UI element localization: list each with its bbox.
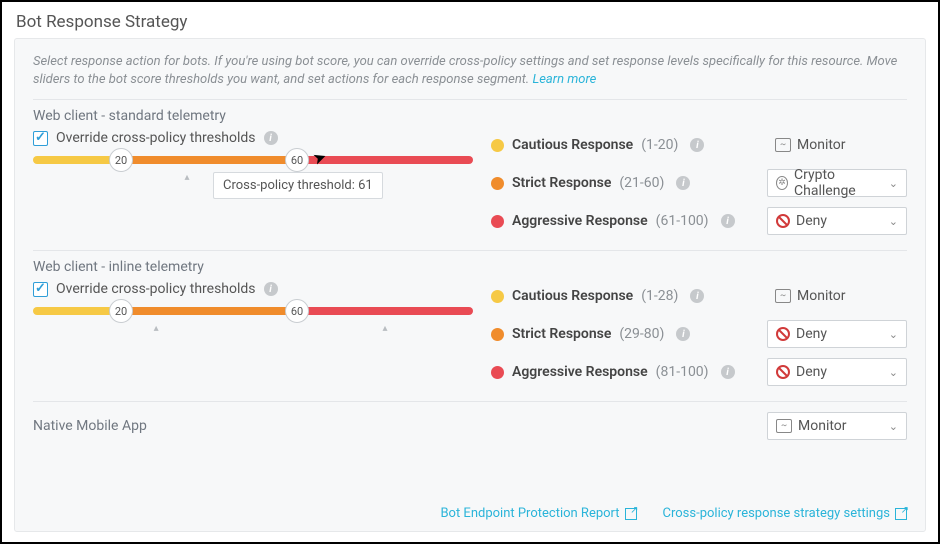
- override-checkbox[interactable]: [33, 282, 48, 297]
- action-select[interactable]: ✲ Crypto Challenge ⌄: [767, 169, 907, 197]
- section-inline-telemetry: Web client - inline telemetry Override c…: [33, 250, 907, 401]
- deny-icon: [776, 214, 790, 228]
- slider-handle[interactable]: 20: [109, 148, 133, 172]
- info-icon[interactable]: i: [676, 327, 690, 341]
- external-link-icon: [895, 508, 907, 520]
- monitor-icon: [775, 138, 791, 152]
- chevron-down-icon: ⌄: [889, 215, 898, 228]
- info-icon[interactable]: i: [721, 365, 735, 379]
- description: Select response action for bots. If you'…: [33, 53, 907, 89]
- info-icon[interactable]: i: [676, 176, 690, 190]
- deny-icon: [776, 327, 790, 341]
- section-native-mobile: Native Mobile App Monitor ⌄: [33, 401, 907, 440]
- section-title: Web client - inline telemetry: [33, 259, 907, 275]
- dot-icon: [491, 139, 504, 152]
- info-icon[interactable]: i: [690, 138, 704, 152]
- learn-more-link[interactable]: Learn more: [532, 72, 596, 87]
- override-label: Override cross-policy thresholds: [56, 130, 256, 146]
- monitor-icon: [776, 419, 792, 433]
- info-icon[interactable]: i: [721, 214, 735, 228]
- section-title: Web client - standard telemetry: [33, 108, 907, 124]
- action-select[interactable]: Deny ⌄: [767, 358, 907, 386]
- action-select[interactable]: Monitor ⌄: [767, 412, 907, 440]
- dot-icon: [491, 328, 504, 341]
- response-row-cautious: Cautious Response (1-20) i Monitor: [491, 130, 907, 160]
- dot-icon: [491, 215, 504, 228]
- slider-handle[interactable]: 60: [285, 299, 309, 323]
- footer-settings-link[interactable]: Cross-policy response strategy settings: [663, 506, 907, 521]
- cursor-icon: ➤: [310, 147, 329, 169]
- response-row-aggressive: Aggressive Response (61-100) i Deny ⌄: [491, 206, 907, 236]
- chevron-down-icon: ⌄: [889, 177, 898, 190]
- panel-title: Bot Response Strategy: [16, 12, 926, 32]
- threshold-tooltip: Cross-policy threshold: 61: [213, 172, 383, 199]
- chevron-down-icon: ⌄: [889, 328, 898, 341]
- section-standard-telemetry: Web client - standard telemetry Override…: [33, 99, 907, 250]
- action-monitor: Monitor: [767, 131, 907, 159]
- info-icon[interactable]: i: [690, 289, 704, 303]
- crypto-icon: ✲: [776, 176, 788, 190]
- info-icon[interactable]: i: [264, 131, 278, 145]
- response-row-aggressive: Aggressive Response (81-100) i Deny ⌄: [491, 357, 907, 387]
- response-row-strict: Strict Response (29-80) i Deny ⌄: [491, 319, 907, 349]
- native-label: Native Mobile App: [33, 418, 147, 434]
- action-monitor: Monitor: [767, 282, 907, 310]
- deny-icon: [776, 365, 790, 379]
- info-icon[interactable]: i: [264, 282, 278, 296]
- action-select[interactable]: Deny ⌄: [767, 320, 907, 348]
- dot-icon: [491, 290, 504, 303]
- chevron-down-icon: ⌄: [889, 420, 898, 433]
- footer-report-link[interactable]: Bot Endpoint Protection Report: [440, 506, 636, 521]
- override-label: Override cross-policy thresholds: [56, 281, 256, 297]
- response-row-strict: Strict Response (21-60) i ✲ Crypto Chall…: [491, 168, 907, 198]
- response-row-cautious: Cautious Response (1-28) i Monitor: [491, 281, 907, 311]
- slider-handle[interactable]: 60: [285, 148, 309, 172]
- threshold-slider[interactable]: 20 60: [33, 156, 473, 164]
- slider-handle[interactable]: 20: [109, 299, 133, 323]
- monitor-icon: [775, 289, 791, 303]
- chevron-down-icon: ⌄: [889, 366, 898, 379]
- threshold-slider[interactable]: 20 60: [33, 307, 473, 315]
- external-link-icon: [625, 508, 637, 520]
- slider-ticks: ▴ ▴: [33, 335, 473, 345]
- action-select[interactable]: Deny ⌄: [767, 207, 907, 235]
- dot-icon: [491, 177, 504, 190]
- dot-icon: [491, 366, 504, 379]
- override-checkbox[interactable]: [33, 131, 48, 146]
